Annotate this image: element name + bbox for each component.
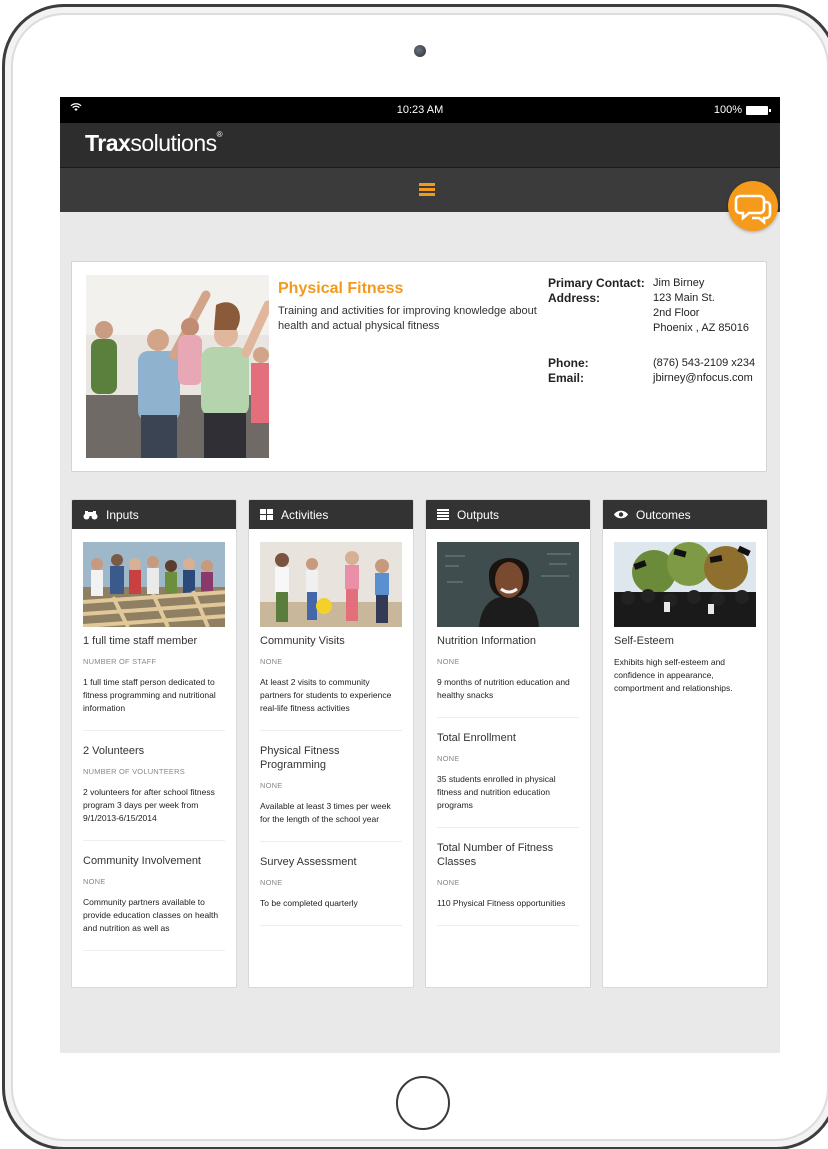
list-item[interactable]: Survey Assessment NONE To be completed q… (260, 842, 402, 926)
binoculars-icon (83, 510, 98, 519)
address-label: Address: (548, 291, 601, 305)
primary-contact-value: Jim Birney (653, 277, 705, 289)
list-item[interactable]: Total Number of Fitness Classes NONE 110… (437, 828, 579, 926)
logo-light: solutions (130, 130, 217, 156)
list-item[interactable]: Community Visits NONE At least 2 visits … (260, 627, 402, 731)
address-line: 123 Main St. (653, 292, 715, 304)
item-description: Available at least 3 times per week for … (260, 801, 391, 824)
item-meta: NONE (437, 657, 460, 666)
item-title: Survey Assessment (260, 856, 357, 868)
battery-icon (746, 105, 771, 115)
app-header: Traxsolutions® (60, 123, 780, 168)
email-value[interactable]: jbirney@nfocus.com (653, 371, 753, 386)
list-item[interactable]: Self-Esteem Exhibits high self-esteem an… (614, 627, 756, 710)
item-description: At least 2 visits to community partners … (260, 677, 392, 713)
outputs-photo (437, 542, 579, 627)
item-title: Community Visits (260, 635, 345, 647)
list-item[interactable]: 1 full time staff member NUMBER OF STAFF… (83, 627, 225, 731)
screen: 10:23 AM 100% Traxsolutions® Physical Fi… (60, 97, 780, 1053)
nav-bar (60, 168, 780, 212)
outputs-title: Outputs (457, 507, 500, 522)
item-description: 1 full time staff person dedicated to fi… (83, 677, 216, 713)
item-meta: NONE (260, 878, 283, 887)
activities-photo (260, 542, 402, 627)
phone-label: Phone: (548, 356, 589, 370)
contact-info: Primary Contact: Jim Birney Address: 123… (548, 276, 755, 386)
primary-contact-label: Primary Contact: (548, 276, 645, 290)
list-item[interactable]: Community Involvement NONE Community par… (83, 841, 225, 951)
battery-indicator: 100% (713, 104, 771, 116)
item-title: 2 Volunteers (83, 745, 145, 757)
item-title: Nutrition Information (437, 635, 537, 647)
program-title: Physical Fitness (278, 280, 404, 297)
logo-mark: ® (216, 130, 223, 139)
item-description: 110 Physical Fitness opportunities (437, 898, 566, 908)
item-description: Exhibits high self-esteem and confidence… (614, 657, 733, 693)
inputs-title: Inputs (106, 507, 139, 522)
item-meta: NONE (83, 877, 106, 886)
item-description: Community partners available to provide … (83, 897, 219, 933)
outcomes-column: Outcomes Self-Esteem Exhibits high self-… (602, 499, 768, 988)
item-title: Self-Esteem (614, 635, 674, 647)
activities-title: Activities (281, 507, 329, 522)
item-title: Physical Fitness Programming (260, 745, 340, 771)
item-title: Total Number of Fitness Classes (437, 842, 554, 868)
outputs-header[interactable]: Outputs (426, 500, 590, 529)
status-bar: 10:23 AM 100% (60, 97, 780, 123)
list-item[interactable]: Nutrition Information NONE 9 months of n… (437, 627, 579, 718)
eye-icon (614, 510, 628, 519)
item-title: Community Involvement (83, 855, 201, 867)
item-meta: NUMBER OF STAFF (83, 657, 157, 666)
list-icon (437, 509, 449, 520)
home-button[interactable] (396, 1076, 450, 1130)
program-card: Physical Fitness Training and activities… (71, 261, 767, 472)
camera (414, 45, 426, 57)
email-label: Email: (548, 371, 585, 385)
outcomes-title: Outcomes (636, 507, 691, 522)
item-description: 9 months of nutrition education and heal… (437, 677, 570, 700)
item-title: 1 full time staff member (83, 635, 198, 647)
item-description: 2 volunteers for after school fitness pr… (83, 787, 215, 823)
battery-percent: 100% (713, 104, 742, 116)
outcomes-photo (614, 542, 756, 627)
activities-header[interactable]: Activities (249, 500, 413, 529)
list-item[interactable]: Total Enrollment NONE 35 students enroll… (437, 718, 579, 828)
item-description: 35 students enrolled in physical fitness… (437, 774, 556, 810)
outcomes-header[interactable]: Outcomes (603, 500, 767, 529)
item-description: To be completed quarterly (260, 898, 358, 908)
address-line: Phoenix , AZ 85016 (653, 322, 750, 334)
inputs-photo (83, 542, 225, 627)
phone-value[interactable]: (876) 543-2109 x234 (653, 356, 755, 371)
inputs-column: Inputs 1 full time staff member NUMBER O… (71, 499, 237, 988)
address-line: 2nd Floor (653, 307, 700, 319)
item-meta: NUMBER OF VOLUNTEERS (83, 767, 185, 776)
item-meta: NONE (260, 657, 283, 666)
program-photo (86, 275, 269, 458)
grid-icon (260, 509, 273, 520)
item-meta: NONE (260, 781, 283, 790)
item-meta: NONE (437, 754, 460, 763)
clock: 10:23 AM (396, 104, 444, 116)
traxsolutions-logo[interactable]: Traxsolutions® (85, 130, 223, 157)
chat-button[interactable] (728, 181, 778, 231)
outputs-column: Outputs Nutrition Information NONE 9 mon… (425, 499, 591, 988)
logo-bold: Trax (85, 130, 131, 156)
chat-bubble-icon (734, 194, 772, 225)
item-title: Total Enrollment (437, 732, 516, 744)
item-meta: NONE (437, 878, 460, 887)
activities-column: Activities Community Visits NONE At leas… (248, 499, 414, 988)
inputs-header[interactable]: Inputs (72, 500, 236, 529)
list-item[interactable]: 2 Volunteers NUMBER OF VOLUNTEERS 2 volu… (83, 731, 225, 841)
list-item[interactable]: Physical Fitness Programming NONE Availa… (260, 731, 402, 842)
hamburger-menu-icon[interactable] (419, 183, 435, 196)
program-description: Training and activities for improving kn… (278, 305, 537, 332)
